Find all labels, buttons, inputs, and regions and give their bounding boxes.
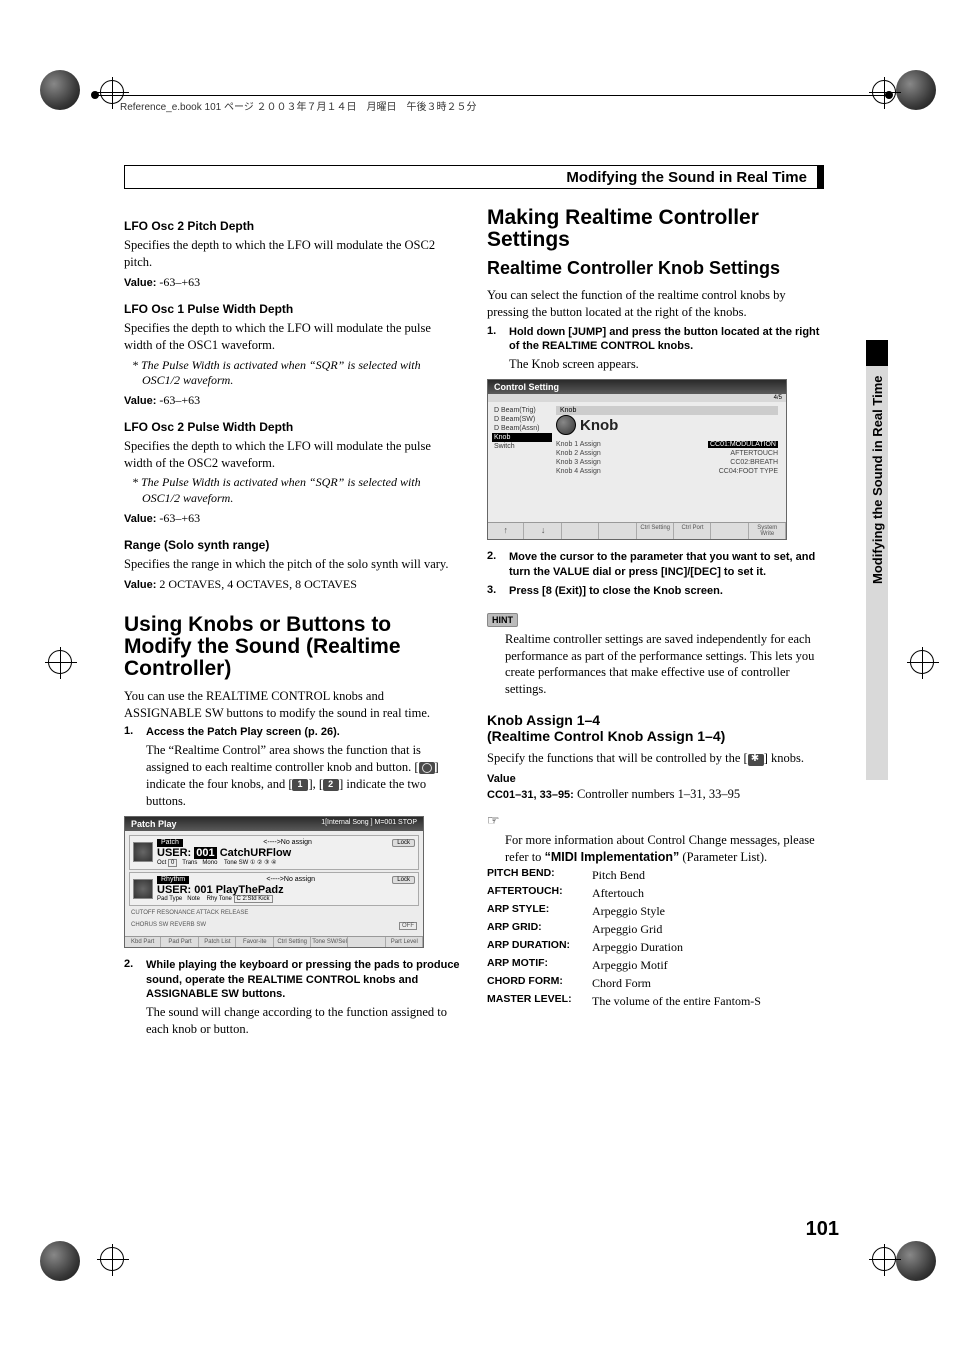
- step-number: 2.: [124, 958, 138, 1038]
- knob-label: Knob: [580, 417, 618, 434]
- step-item: 3. Press [8 (Exit)] to close the Knob sc…: [487, 584, 824, 599]
- heading-range: Range (Solo synth range): [124, 538, 461, 552]
- step-text: Hold down [JUMP] and press the button lo…: [509, 325, 824, 374]
- section-title: Modifying the Sound in Real Time: [125, 169, 817, 186]
- body-text: You can use the REALTIME CONTROL knobs a…: [124, 688, 461, 722]
- heading-lfo-osc1-pw: LFO Osc 1 Pulse Width Depth: [124, 302, 461, 316]
- screen-bottom-tabs: Kbd Part Pad Part Patch List Favor-ite C…: [125, 936, 423, 947]
- patch-thumb: [133, 842, 153, 862]
- body-text: Specifies the depth to which the LFO wil…: [124, 237, 461, 271]
- value-line: Value: -63–+63: [124, 393, 461, 408]
- corner-jewel: [40, 1241, 80, 1281]
- sw-labels-row: CHORUS SW REVERB SW OFF: [129, 920, 419, 932]
- step-text: Move the cursor to the parameter that yo…: [509, 550, 824, 580]
- registration-mark: [48, 650, 72, 674]
- body-text: Specifies the depth to which the LFO wil…: [124, 320, 461, 354]
- step-text: Access the Patch Play screen (p. 26). Th…: [146, 725, 461, 809]
- knob-labels-row: CUTOFF RESONANCE ATTACK RELEASE: [129, 908, 419, 918]
- body-text: Specify the functions that will be contr…: [487, 750, 824, 767]
- step-number: 2.: [487, 550, 501, 580]
- step-item: 2. Move the cursor to the parameter that…: [487, 550, 824, 580]
- heading-lfo-osc2-pitch: LFO Osc 2 Pitch Depth: [124, 219, 461, 233]
- corner-jewel: [896, 1241, 936, 1281]
- screen-bottom-tabs: ↑ ↓ Ctrl Setting Ctrl Port System Write: [488, 522, 786, 539]
- corner-jewel: [896, 70, 936, 110]
- rhythm-thumb: [133, 879, 153, 899]
- patch-row: Patch <---->No assign Lock USER: 001 Cat…: [129, 835, 419, 870]
- button-2-icon: [323, 779, 339, 791]
- step-number: 3.: [487, 584, 501, 599]
- control-setting-screenshot: Control Setting 4/5 D Beam(Trig) D Beam(…: [487, 379, 787, 540]
- heading-knob-assign: Knob Assign 1–4 (Realtime Control Knob A…: [487, 712, 824, 744]
- heading-knob-settings: Realtime Controller Knob Settings: [487, 259, 824, 279]
- step-number: 1.: [124, 725, 138, 809]
- side-tab-cap: [866, 340, 888, 366]
- section-title-bar: Modifying the Sound in Real Time: [124, 165, 824, 189]
- body-text: You can select the function of the realt…: [487, 287, 824, 321]
- corner-jewel: [40, 70, 80, 110]
- step-item: 2. While playing the keyboard or pressin…: [124, 958, 461, 1038]
- value-label: Value: [487, 773, 516, 785]
- screen-crumbs: 4/5: [488, 394, 786, 402]
- step-text: Press [8 (Exit)] to close the Knob scree…: [509, 584, 723, 599]
- screen-title: Control Setting: [488, 380, 786, 394]
- header-text: Reference_e.book 101 ページ ２００３年７月１４日 月曜日 …: [120, 98, 477, 113]
- body-text: Specifies the depth to which the LFO wil…: [124, 438, 461, 472]
- hint-body: Realtime controller settings are saved i…: [487, 631, 824, 699]
- value-line: Value: -63–+63: [124, 275, 461, 290]
- left-column: LFO Osc 2 Pitch Depth Specifies the dept…: [124, 207, 461, 1042]
- step-text: While playing the keyboard or pressing t…: [146, 958, 461, 1038]
- cc-line: CC01–31, 33–95: Controller numbers 1–31,…: [487, 786, 824, 803]
- heading-making-settings: Making Realtime Controller Settings: [487, 207, 824, 251]
- right-column: Making Realtime Controller Settings Real…: [487, 207, 824, 1042]
- rhythm-row: Rhythm <---->No assign Lock USER: 001 Pl…: [129, 872, 419, 906]
- rhythm-name: USER: 001 PlayThePadz: [157, 884, 415, 896]
- heading-using-knobs: Using Knobs or Buttons to Modify the Sou…: [124, 614, 461, 680]
- registration-mark: [910, 650, 934, 674]
- step-item: 1. Access the Patch Play screen (p. 26).…: [124, 725, 461, 809]
- knob-graphic-icon: [556, 415, 576, 435]
- note-italic: * The Pulse Width is activated when “SQR…: [124, 475, 461, 506]
- pointing-hand-icon: ☞: [487, 813, 824, 830]
- patch-name: USER: 001 CatchURFlow: [157, 847, 415, 859]
- heading-lfo-osc2-pw: LFO Osc 2 Pulse Width Depth: [124, 420, 461, 434]
- registration-mark: [100, 1247, 124, 1271]
- screen-title: Patch Play 1[Internal Song ] M=001 STOP: [125, 817, 423, 831]
- registration-mark: [872, 1247, 896, 1271]
- value-line: Value: 2 OCTAVES, 4 OCTAVES, 8 OCTAVES: [124, 577, 461, 592]
- value-line: Value: -63–+63: [124, 511, 461, 526]
- patch-play-screenshot: Patch Play 1[Internal Song ] M=001 STOP …: [124, 816, 424, 948]
- step-number: 1.: [487, 325, 501, 374]
- side-tab-label: Modifying the Sound in Real Time: [866, 366, 888, 780]
- hint-badge: HINT: [487, 613, 518, 627]
- section-bar-cap: [817, 166, 823, 188]
- body-text: Specifies the range in which the pitch o…: [124, 556, 461, 573]
- knob-icon: [419, 762, 435, 774]
- page-number: 101: [806, 1218, 839, 1241]
- gear-icon: [748, 754, 764, 766]
- parameter-list: PITCH BEND:Pitch Bend AFTERTOUCH:Afterto…: [487, 866, 824, 1010]
- memo-body: For more information about Control Chang…: [487, 832, 824, 866]
- header-rule: [95, 95, 889, 96]
- screen-side-list: D Beam(Trig) D Beam(SW) D Beam(Assn) Kno…: [492, 406, 552, 518]
- screen-main: Knob Knob Knob 1 AssignCC01:MODULATION K…: [552, 406, 782, 518]
- side-tab: Modifying the Sound in Real Time: [866, 340, 888, 780]
- button-1-icon: [292, 779, 308, 791]
- note-italic: * The Pulse Width is activated when “SQR…: [124, 358, 461, 389]
- step-item: 1. Hold down [JUMP] and press the button…: [487, 325, 824, 374]
